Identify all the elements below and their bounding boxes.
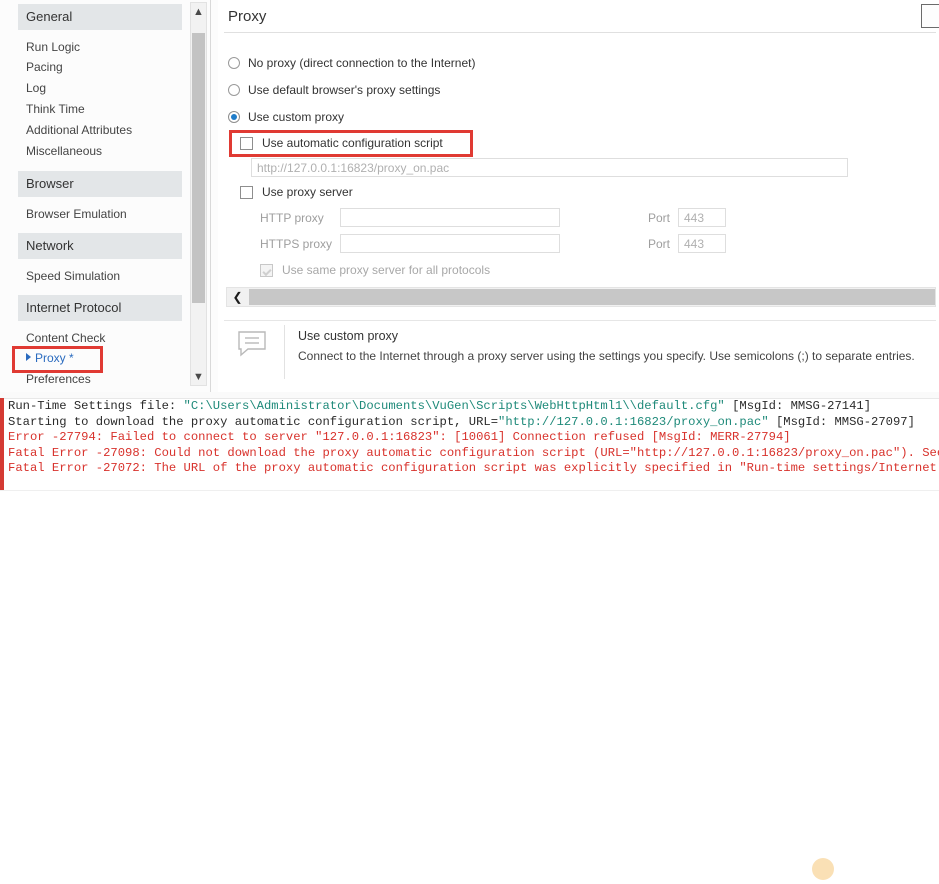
settings-sidebar[interactable]: General Run Logic Pacing Log Think Time Addit… — [0, 0, 186, 388]
sidebar-item-label: Speed Simulation — [26, 269, 120, 283]
log-bottom-border — [0, 490, 939, 503]
chevron-left-icon[interactable]: ❮ — [227, 288, 248, 306]
log-segment: [MsgId: MMSG-27141] — [725, 399, 871, 413]
settings-dialog: General Run Logic Pacing Log Think Time Addit… — [0, 0, 939, 392]
sidebar-group-header: Browser — [18, 171, 182, 197]
sidebar-item-browser-emulation[interactable]: Browser Emulation — [0, 197, 186, 224]
sidebar-item-proxy[interactable]: Proxy * — [0, 348, 186, 369]
checkbox-label: Use proxy server — [262, 185, 353, 199]
https-port-input[interactable]: 443 — [678, 234, 726, 253]
log-line: Run-Time Settings file: "C:\Users\Admini… — [8, 399, 939, 415]
description-divider — [284, 325, 285, 379]
output-log-panel[interactable]: Run-Time Settings file: "C:\Users\Admini… — [0, 392, 939, 503]
sidebar-group-header: Network — [18, 233, 182, 259]
log-segment: [MsgId: MMSG-27097] — [769, 415, 915, 429]
sidebar-item-label: Proxy * — [35, 351, 74, 365]
log-segment: Fatal Error -27098: Could not download t… — [8, 446, 939, 460]
radio-indicator[interactable] — [228, 57, 240, 69]
sidebar-scroll-thumb[interactable] — [192, 33, 205, 303]
sidebar-list: General Run Logic Pacing Log Think Time Addit… — [0, 4, 186, 388]
comment-icon — [238, 331, 268, 357]
log-line: Starting to download the proxy automatic… — [8, 415, 939, 431]
checkbox-use-automatic-configuration-script[interactable]: Use automatic configuration script — [240, 136, 443, 150]
page-title: Proxy — [228, 8, 266, 25]
http-port-label: Port — [648, 211, 670, 225]
watermark-logo-icon — [812, 858, 834, 880]
watermark — [812, 854, 932, 884]
log-segment: Run-Time Settings file: — [8, 399, 184, 413]
radio-label: No proxy (direct connection to the Inter… — [248, 56, 475, 70]
radio-indicator[interactable] — [228, 84, 240, 96]
radio-label: Use custom proxy — [248, 110, 344, 124]
radio-label: Use default browser's proxy settings — [248, 83, 440, 97]
log-line: Error -27794: Failed to connect to serve… — [8, 430, 939, 446]
auto-config-script-url-input[interactable]: http://127.0.0.1:16823/proxy_on.pac — [251, 158, 848, 177]
checkbox-indicator[interactable] — [240, 186, 253, 199]
sidebar-item-content-check[interactable]: Content Check — [0, 321, 186, 348]
sidebar-group-header: Internet Protocol — [18, 295, 182, 321]
log-segment: Error -27794: Failed to connect to serve… — [8, 430, 791, 444]
sidebar-item-think-time[interactable]: Think Time — [0, 99, 186, 120]
sidebar-item-label: Content Check — [26, 331, 105, 345]
sidebar-item-label: Browser Emulation — [26, 207, 127, 221]
description-text: Connect to the Internet through a proxy … — [298, 349, 915, 363]
log-segment: Starting to download the proxy automatic… — [8, 415, 498, 429]
run-time-settings-window: General Run Logic Pacing Log Think Time Addit… — [0, 0, 939, 503]
log-segment: "C:\Users\Administrator\Documents\VuGen\… — [184, 399, 725, 413]
sidebar-item-additional-attributes[interactable]: Additional Attributes — [0, 120, 186, 141]
https-proxy-input[interactable] — [340, 234, 560, 253]
radio-custom-proxy[interactable]: Use custom proxy — [228, 110, 344, 124]
panel-corner-button[interactable] — [921, 4, 939, 28]
sidebar-panel-divider — [210, 0, 211, 392]
sidebar-item-label: Additional Attributes — [26, 123, 132, 137]
sidebar-vertical-scrollbar[interactable]: ▲ ▼ — [190, 2, 207, 386]
http-port-input[interactable]: 443 — [678, 208, 726, 227]
https-port-label: Port — [648, 237, 670, 251]
log-lines: Run-Time Settings file: "C:\Users\Admini… — [8, 399, 939, 477]
checkbox-label: Use automatic configuration script — [262, 136, 443, 150]
sidebar-item-label: Preferences — [26, 372, 91, 386]
checkbox-label: Use same proxy server for all protocols — [282, 263, 490, 277]
https-proxy-label: HTTPS proxy — [260, 237, 332, 251]
radio-default-browser-proxy[interactable]: Use default browser's proxy settings — [228, 83, 440, 97]
log-top-border — [0, 392, 939, 399]
caret-right-icon — [26, 353, 31, 361]
log-segment: Fatal Error -27072: The URL of the proxy… — [8, 461, 939, 475]
sidebar-item-preferences[interactable]: Preferences — [0, 369, 186, 388]
proxy-settings-panel: Proxy No proxy (direct connection to the… — [218, 0, 939, 392]
panel-scroll-thumb[interactable] — [249, 289, 935, 305]
sidebar-group-gap — [0, 162, 186, 171]
checkbox-indicator[interactable] — [240, 137, 253, 150]
sidebar-item-log[interactable]: Log — [0, 78, 186, 99]
sidebar-item-label: Think Time — [26, 102, 85, 116]
sidebar-item-speed-simulation[interactable]: Speed Simulation — [0, 259, 186, 286]
sidebar-item-pacing[interactable]: Pacing — [0, 57, 186, 78]
sidebar-item-run-logic[interactable]: Run Logic — [0, 30, 186, 57]
sidebar-item-label: Miscellaneous — [26, 144, 102, 158]
sidebar-item-miscellaneous[interactable]: Miscellaneous — [0, 141, 186, 162]
sidebar-group-header: General — [18, 4, 182, 30]
radio-no-proxy[interactable]: No proxy (direct connection to the Inter… — [228, 56, 475, 70]
log-error-gutter — [0, 398, 4, 503]
checkbox-use-proxy-server[interactable]: Use proxy server — [240, 185, 353, 199]
description-box: Use custom proxy Connect to the Internet… — [224, 320, 936, 383]
http-proxy-label: HTTP proxy — [260, 211, 324, 225]
description-title: Use custom proxy — [298, 329, 398, 343]
log-line: Fatal Error -27072: The URL of the proxy… — [8, 461, 939, 477]
checkbox-indicator-disabled — [260, 264, 273, 277]
chevron-down-icon[interactable]: ▼ — [191, 368, 206, 385]
http-proxy-input[interactable] — [340, 208, 560, 227]
sidebar-item-label: Run Logic — [26, 40, 80, 54]
title-divider — [224, 32, 936, 33]
checkbox-use-same-proxy-for-all-protocols[interactable]: Use same proxy server for all protocols — [260, 263, 490, 277]
sidebar-item-label: Log — [26, 81, 46, 95]
log-segment: "http://127.0.0.1:16823/proxy_on.pac" — [498, 415, 769, 429]
radio-indicator-selected[interactable] — [228, 111, 240, 123]
panel-horizontal-scrollbar[interactable]: ❮ — [226, 287, 936, 307]
log-line: Fatal Error -27098: Could not download t… — [8, 446, 939, 462]
sidebar-item-label: Pacing — [26, 60, 63, 74]
chevron-up-icon[interactable]: ▲ — [191, 3, 206, 20]
